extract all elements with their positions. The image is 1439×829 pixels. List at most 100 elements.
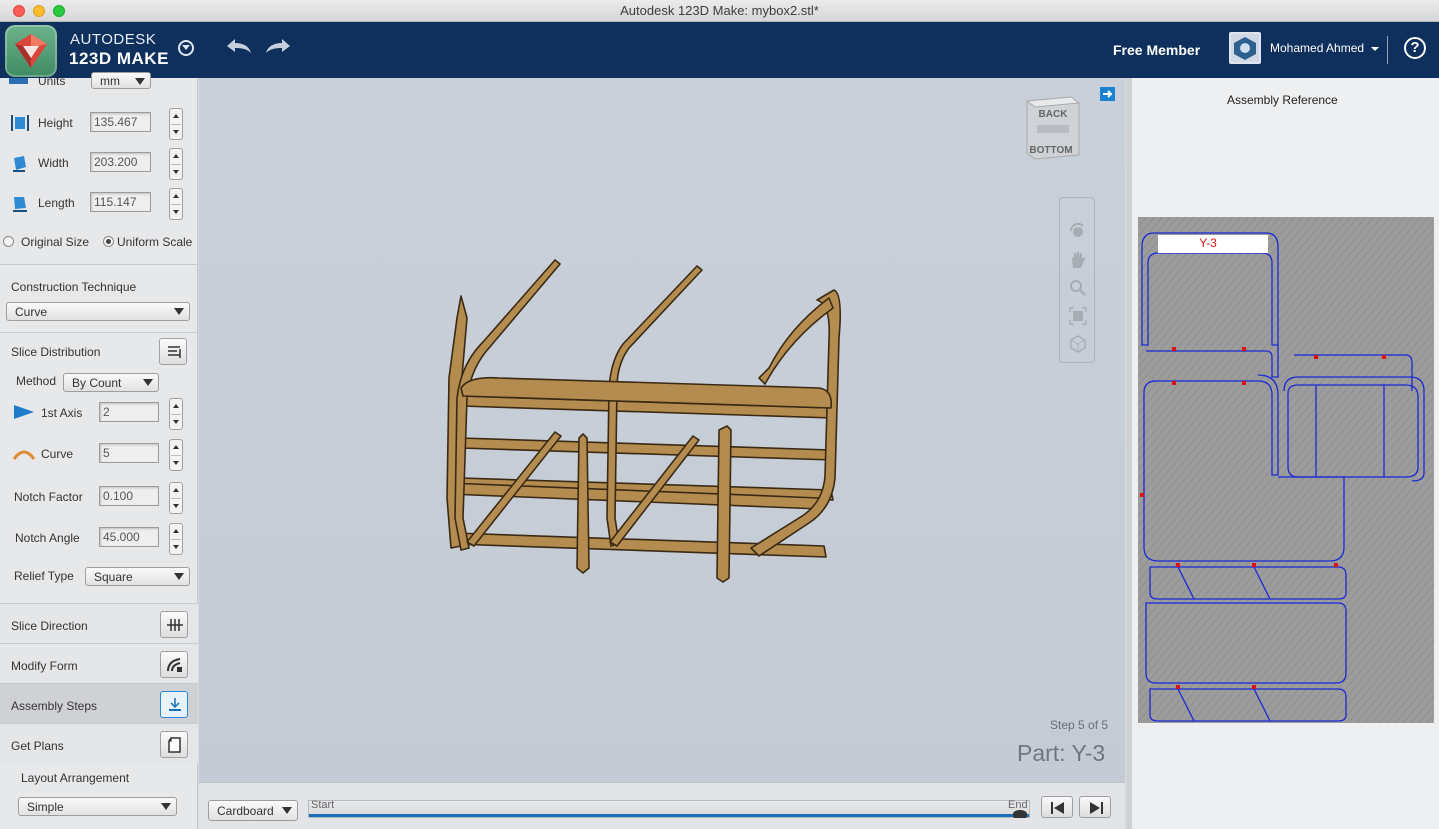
material-dropdown[interactable]: Cardboard bbox=[208, 800, 298, 821]
width-input[interactable]: 203.200 bbox=[90, 152, 151, 172]
notch-factor-input[interactable]: 0.100 bbox=[99, 486, 159, 506]
method-value: By Count bbox=[72, 376, 122, 390]
height-icon bbox=[10, 114, 30, 135]
sheet-part-label: Y-3 bbox=[1199, 236, 1217, 250]
slice-direction-label: Slice Direction bbox=[11, 619, 88, 633]
method-dropdown[interactable]: By Count bbox=[63, 373, 159, 392]
get-plans-section[interactable]: Get Plans bbox=[0, 723, 198, 763]
view-cube[interactable]: BACK BOTTOM bbox=[1023, 95, 1083, 165]
length-stepper[interactable] bbox=[169, 188, 183, 220]
notch-angle-stepper[interactable] bbox=[169, 523, 183, 555]
zoom-icon[interactable] bbox=[1068, 278, 1088, 298]
assembly-steps-label: Assembly Steps bbox=[11, 699, 98, 713]
3d-viewport[interactable] bbox=[199, 78, 1125, 782]
modify-form-label: Modify Form bbox=[11, 659, 78, 673]
length-input[interactable]: 115.147 bbox=[90, 192, 151, 212]
fit-icon[interactable] bbox=[1068, 306, 1088, 326]
app-logo-icon bbox=[5, 25, 57, 77]
notch-factor-label: Notch Factor bbox=[14, 490, 83, 504]
slice-distribution-label: Slice Distribution bbox=[11, 345, 101, 359]
relief-type-dropdown[interactable]: Square bbox=[85, 567, 190, 586]
original-size-radio[interactable] bbox=[3, 236, 14, 247]
curve-label: Curve bbox=[41, 447, 74, 461]
assembly-reference-title: Assembly Reference bbox=[1227, 93, 1338, 107]
curve-input[interactable]: 5 bbox=[99, 443, 159, 463]
method-label: Method bbox=[16, 374, 57, 388]
first-axis-icon bbox=[13, 404, 35, 423]
section-divider bbox=[0, 332, 198, 333]
brand-line-2: 123D MAKE bbox=[69, 49, 169, 68]
undo-button[interactable] bbox=[223, 36, 253, 58]
cube-icon[interactable] bbox=[1068, 334, 1088, 354]
user-name[interactable]: Mohamed Ahmed bbox=[1270, 41, 1364, 55]
modify-form-button[interactable] bbox=[160, 651, 188, 678]
pan-icon[interactable] bbox=[1068, 250, 1088, 270]
slice-direction-button[interactable] bbox=[160, 611, 188, 638]
user-menu-chevron-down-icon[interactable] bbox=[1371, 47, 1379, 51]
relief-type-label: Relief Type bbox=[14, 569, 74, 583]
section-divider bbox=[0, 264, 198, 265]
slice-direction-section[interactable]: Slice Direction bbox=[0, 603, 198, 643]
header-divider bbox=[1387, 36, 1388, 64]
height-stepper[interactable] bbox=[169, 108, 183, 140]
notch-angle-label: Notch Angle bbox=[15, 531, 80, 545]
viewcube-back-label[interactable]: BACK bbox=[1039, 109, 1069, 120]
assembly-steps-button[interactable] bbox=[160, 691, 188, 718]
timeline-start-label: Start bbox=[311, 799, 335, 811]
relief-type-value: Square bbox=[94, 570, 133, 584]
units-label: Units bbox=[38, 74, 66, 88]
layout-arrangement-dropdown[interactable]: Simple bbox=[18, 797, 177, 816]
get-plans-button[interactable] bbox=[160, 731, 188, 758]
curve-stepper[interactable] bbox=[169, 439, 183, 471]
app-header: AUTODESK 123D MAKE Free Member Mohamed A… bbox=[0, 22, 1439, 78]
assembly-timeline-slider[interactable] bbox=[308, 800, 1030, 818]
units-dropdown[interactable]: mm bbox=[91, 72, 151, 89]
notch-factor-stepper[interactable] bbox=[169, 482, 183, 514]
height-input[interactable]: 135.467 bbox=[90, 112, 151, 132]
timeline-progress-fill bbox=[309, 814, 1029, 817]
toggle-panel-arrow-icon[interactable] bbox=[1100, 87, 1115, 101]
first-step-button[interactable] bbox=[1041, 796, 1073, 818]
first-axis-label: 1st Axis bbox=[41, 406, 83, 420]
assembly-reference-sheet[interactable]: Y-3 bbox=[1138, 217, 1434, 723]
navigation-bar bbox=[1059, 197, 1095, 363]
part-label: Part: Y-3 bbox=[1017, 740, 1106, 766]
slice-distribution-button[interactable] bbox=[159, 338, 187, 365]
curve-icon bbox=[12, 448, 36, 463]
length-label: Length bbox=[38, 196, 75, 210]
get-plans-label: Get Plans bbox=[11, 739, 64, 753]
window-title-bar: Autodesk 123D Make: mybox2.stl* bbox=[0, 0, 1439, 22]
width-stepper[interactable] bbox=[169, 148, 183, 180]
first-axis-input[interactable]: 2 bbox=[99, 402, 159, 422]
units-value: mm bbox=[100, 74, 120, 88]
membership-label[interactable]: Free Member bbox=[1113, 42, 1200, 58]
step-indicator: Step 5 of 5 bbox=[1050, 718, 1109, 732]
timeline-thumb[interactable] bbox=[1013, 810, 1027, 818]
first-axis-stepper[interactable] bbox=[169, 398, 183, 430]
construction-technique-label: Construction Technique bbox=[11, 280, 137, 294]
notch-angle-input[interactable]: 45.000 bbox=[99, 527, 159, 547]
help-button[interactable]: ? bbox=[1404, 37, 1426, 59]
uniform-scale-label: Uniform Scale bbox=[117, 235, 193, 249]
avatar[interactable] bbox=[1229, 32, 1261, 64]
app-menu-button[interactable] bbox=[178, 40, 194, 56]
units-icon bbox=[9, 78, 28, 84]
assembly-steps-section[interactable]: Assembly Steps bbox=[0, 683, 198, 723]
uniform-scale-radio[interactable] bbox=[103, 236, 114, 247]
width-label: Width bbox=[38, 156, 69, 170]
window-title: Autodesk 123D Make: mybox2.stl* bbox=[620, 3, 819, 18]
orbit-icon[interactable] bbox=[1068, 222, 1088, 242]
sliced-model[interactable] bbox=[199, 78, 1125, 782]
brand-line-1: AUTODESK bbox=[70, 31, 157, 48]
redo-button[interactable] bbox=[264, 36, 294, 58]
length-icon bbox=[11, 194, 29, 215]
layout-arrangement-value: Simple bbox=[27, 800, 64, 814]
construction-technique-value: Curve bbox=[15, 305, 48, 319]
last-step-button[interactable] bbox=[1079, 796, 1111, 818]
construction-technique-dropdown[interactable]: Curve bbox=[6, 302, 190, 321]
viewcube-bottom-label[interactable]: BOTTOM bbox=[1029, 145, 1072, 156]
height-label: Height bbox=[38, 116, 73, 130]
original-size-label: Original Size bbox=[21, 235, 90, 249]
material-value: Cardboard bbox=[217, 804, 274, 818]
modify-form-section[interactable]: Modify Form bbox=[0, 643, 198, 683]
